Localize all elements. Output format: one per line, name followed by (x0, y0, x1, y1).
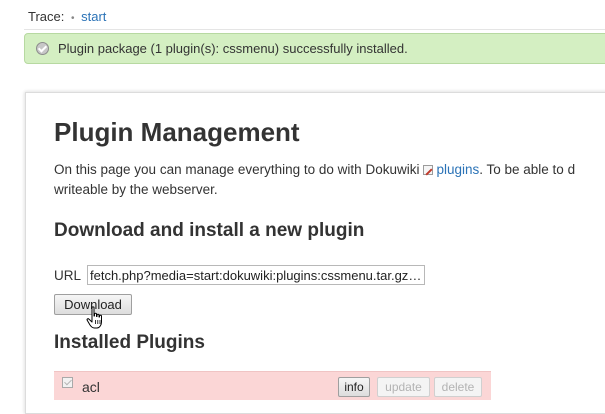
intro-text-start: On this page you can manage everything t… (54, 162, 420, 177)
intro-text: On this page you can manage everything t… (54, 160, 605, 200)
trace-link-start[interactable]: start (81, 9, 106, 24)
plugin-row-acl: acl info update delete (54, 371, 491, 400)
plugin-update-button[interactable]: update (377, 377, 430, 397)
plugin-manager-page: Plugin Management On this page you can m… (25, 92, 605, 414)
plugin-delete-button[interactable]: delete (434, 377, 482, 397)
plugin-info-button[interactable]: info (338, 377, 370, 397)
plugin-enable-checkbox[interactable] (62, 377, 73, 388)
url-label: URL (54, 268, 82, 283)
intro-text-end: . To be able to d (479, 162, 576, 177)
plugin-url-input[interactable] (87, 265, 425, 285)
plugins-link[interactable]: plugins (436, 162, 479, 177)
hand-pointer-cursor-icon (86, 306, 102, 329)
success-check-icon (36, 42, 49, 55)
page-title: Plugin Management (54, 117, 300, 147)
trace-label: Trace: (28, 9, 65, 24)
download-heading: Download and install a new plugin (54, 220, 365, 241)
trace-separator: • (70, 13, 75, 24)
breadcrumb-trace: Trace: • start (24, 4, 605, 30)
success-message: Plugin package (1 plugin(s): cssmenu) su… (24, 33, 605, 64)
intro-text-line2: writeable by the webserver. (54, 182, 218, 197)
installed-plugins-heading: Installed Plugins (54, 332, 205, 353)
plugin-name: acl (82, 379, 100, 395)
success-message-text: Plugin package (1 plugin(s): cssmenu) su… (58, 41, 408, 56)
wiki-page-icon (423, 165, 434, 175)
